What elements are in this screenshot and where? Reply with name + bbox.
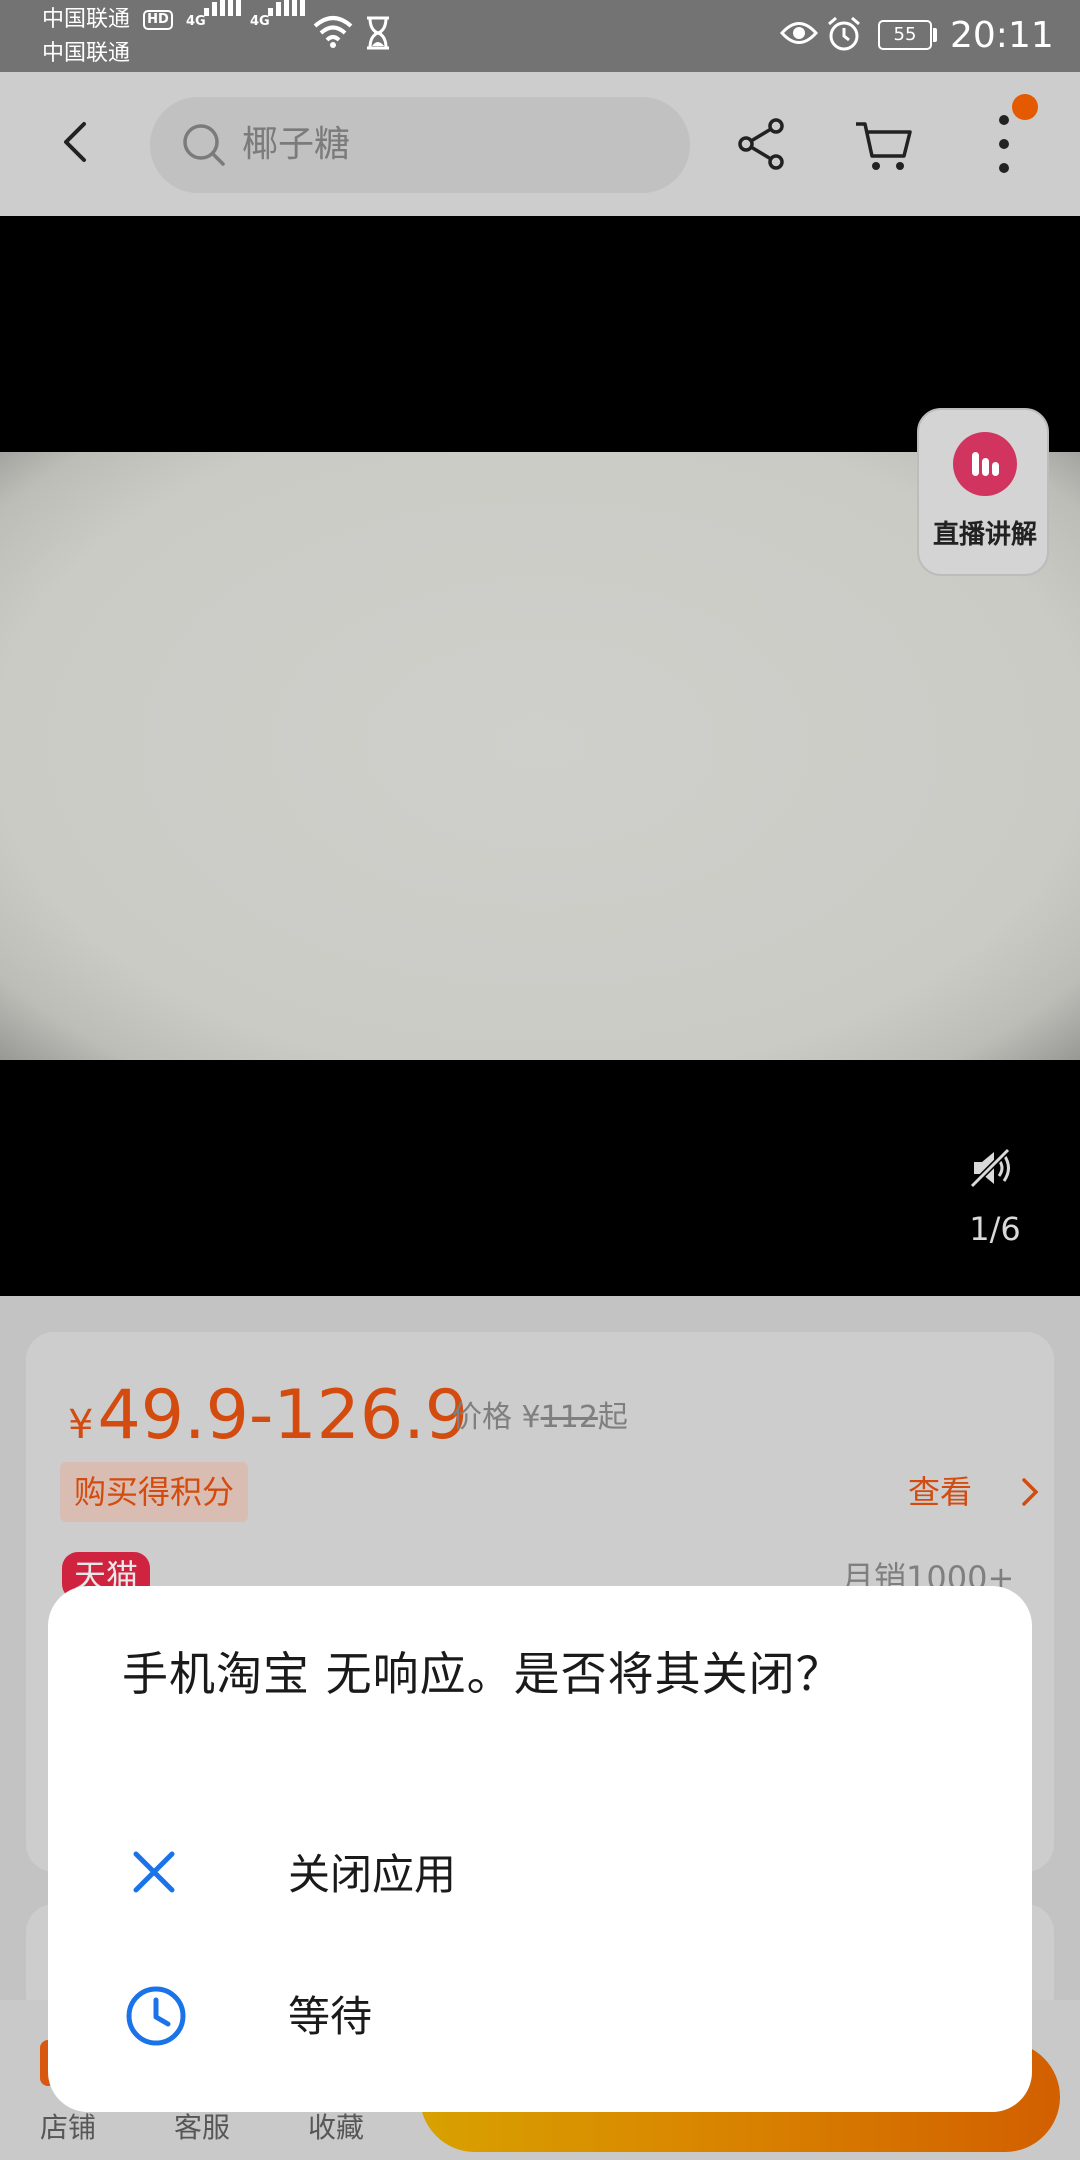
more-vertical-icon[interactable] [984,108,1024,180]
status-time: 20:11 [950,15,1054,56]
points-tag: 购买得积分 [60,1462,249,1522]
battery-level: 55 [893,24,917,45]
nav-customer-service[interactable]: 客服 [152,2106,252,2146]
mute-icon[interactable] [968,1146,1014,1190]
eye-comfort-icon [780,22,818,44]
share-icon[interactable] [734,112,790,176]
back-icon[interactable] [46,110,110,174]
wifi-icon [313,16,353,48]
live-explain-label: 直播讲解 [932,520,1037,550]
live-icon [953,432,1017,496]
wait-button[interactable]: 等待 [48,1950,1032,2080]
search-placeholder: 椰子糖 [242,124,351,165]
search-icon [183,124,225,166]
carrier-name-1: 中国联通 [42,7,131,32]
alarm-icon [828,16,860,51]
price-range-value: 49.9-126.9 [97,1376,469,1455]
original-price-currency: ¥ [521,1400,541,1435]
image-page-counter: 1/6 [969,1210,1021,1248]
battery-tip [933,28,937,42]
close-app-label: 关闭应用 [288,1850,457,1899]
original-price: 价格 ¥112起 [452,1390,628,1446]
search-bar[interactable]: 椰子糖 [150,97,690,193]
close-icon [133,1851,175,1893]
nav-store[interactable]: 店铺 [18,2106,118,2146]
app-not-responding-dialog: 手机淘宝 无响应。是否将其关闭？ 关闭应用 等待 [48,1586,1032,2112]
price-currency: ¥ [68,1402,94,1448]
battery-icon: 55 [878,20,932,50]
price-suffix: 起 [597,1400,628,1435]
nav-favorite[interactable]: 收藏 [286,2106,386,2146]
price-range: ¥49.9-126.9 [68,1376,468,1465]
price-label: 价格 [452,1400,512,1435]
product-media-gallery[interactable]: 直播讲解 1/6 [0,216,1080,1296]
notification-dot [1012,94,1038,120]
clock-icon [126,1986,186,2046]
carrier-name-2: 中国联通 [42,41,131,66]
dialog-title: 手机淘宝 无响应。是否将其关闭？ [122,1647,843,1701]
network-type-1: 4G [186,14,206,29]
network-type-2: 4G [250,14,270,29]
status-bar: 中国联通 HD 中国联通 4G 4G 55 20:11 [0,0,1080,72]
view-link[interactable]: 查看 [908,1468,972,1516]
chevron-right-icon[interactable] [1018,1476,1042,1508]
original-price-value: 112 [540,1400,598,1435]
cart-icon[interactable] [852,112,916,176]
top-app-bar: 椰子糖 [0,72,1080,216]
close-app-button[interactable]: 关闭应用 [48,1808,1032,1938]
hourglass-icon [367,16,389,50]
live-explain-button[interactable]: 直播讲解 [917,408,1049,576]
hd-badge: HD [143,10,173,30]
wait-label: 等待 [288,1992,373,2041]
